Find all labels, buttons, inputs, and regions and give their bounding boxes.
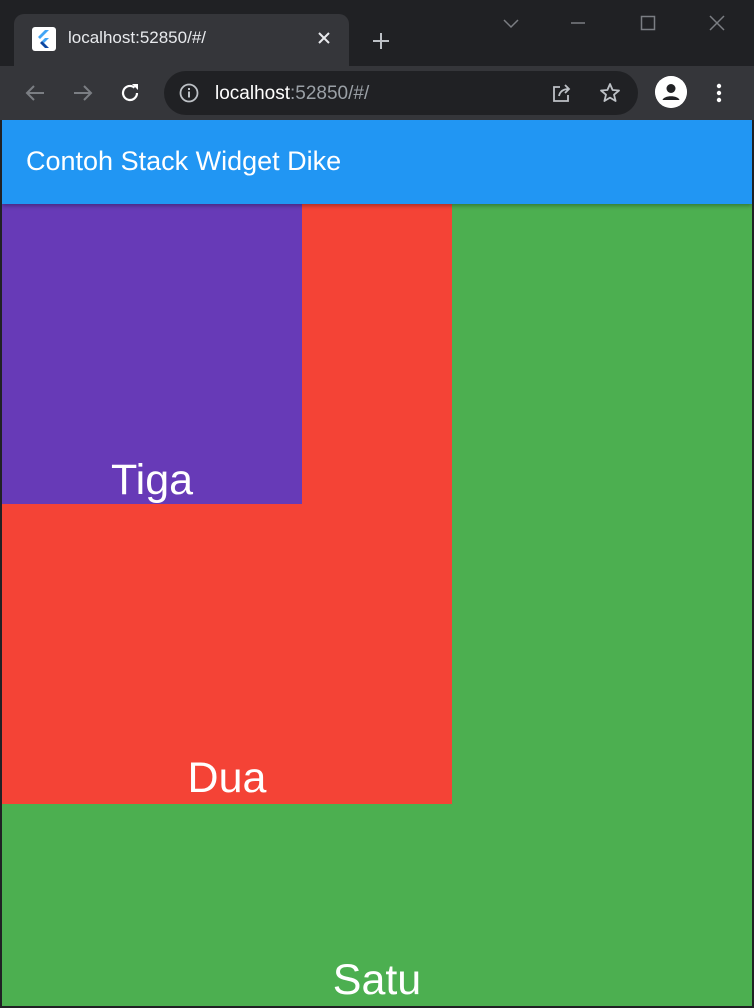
box-tiga-label: Tiga [2,456,302,504]
browser-window: localhost:52850/#/ [0,0,754,1008]
page-title: Contoh Stack Widget Dike [26,146,341,177]
avatar-icon[interactable] [655,76,687,108]
box-satu-label: Satu [2,956,752,1004]
back-arrow-icon[interactable] [17,75,53,111]
close-icon[interactable] [310,24,338,52]
browser-tab[interactable]: localhost:52850/#/ [14,14,349,66]
url-path: :52850/#/ [290,83,369,104]
tab-strip: localhost:52850/#/ [0,0,754,66]
reload-icon[interactable] [112,75,148,111]
chevron-down-icon[interactable] [491,6,531,40]
kebab-menu-icon[interactable] [701,75,737,111]
minimize-icon[interactable] [558,6,598,40]
plus-icon[interactable] [364,24,398,58]
flutter-icon [32,27,56,51]
box-dua-label: Dua [2,754,452,802]
share-icon[interactable] [550,81,574,110]
app-bar: Contoh Stack Widget Dike [2,120,752,204]
star-icon[interactable] [598,81,622,110]
forward-arrow-icon[interactable] [65,75,101,111]
url-host: localhost [215,83,290,104]
tab-title: localhost:52850/#/ [68,28,206,48]
browser-toolbar: localhost:52850/#/ [0,66,754,120]
url-text: localhost:52850/#/ [215,83,369,105]
info-icon[interactable] [178,82,200,109]
page-viewport: Contoh Stack Widget Dike Satu Dua Tiga [2,120,752,1006]
box-tiga: Tiga [2,204,302,504]
maximize-icon[interactable] [628,6,668,40]
address-bar[interactable]: localhost:52850/#/ [164,71,638,115]
close-icon[interactable] [697,6,737,40]
